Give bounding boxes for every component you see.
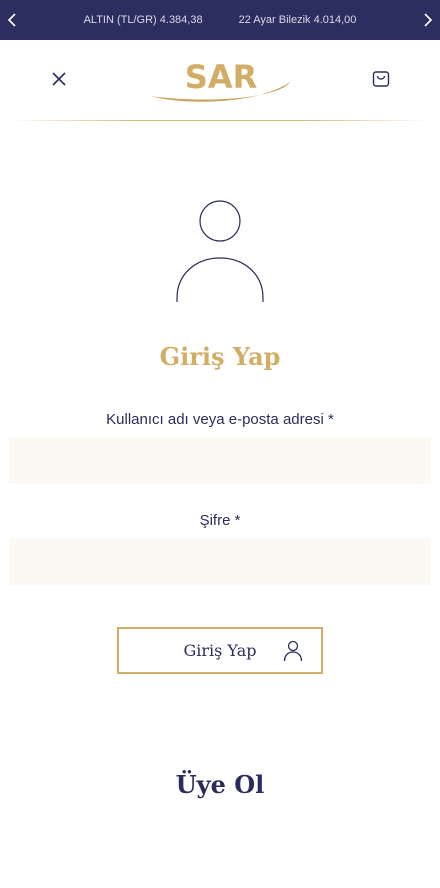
login-button[interactable]: Giriş Yap bbox=[117, 627, 323, 674]
ticker-item-bracelet: 22 Ayar Bilezik 4.014,00 bbox=[238, 14, 357, 26]
username-label: Kullanıcı adı veya e-posta adresi * bbox=[106, 411, 334, 428]
user-icon bbox=[283, 640, 303, 662]
close-icon[interactable] bbox=[48, 68, 70, 90]
user-icon bbox=[176, 200, 264, 302]
password-input[interactable] bbox=[9, 538, 431, 585]
site-header: SAR bbox=[0, 40, 440, 122]
ticker-item-gold: ALTIN (TL/GR) 4.384,38 bbox=[83, 14, 203, 26]
login-title: Giriş Yap bbox=[159, 342, 281, 371]
ticker-items: ALTIN (TL/GR) 4.384,38 22 Ayar Bilezik 4… bbox=[84, 14, 357, 26]
sar-logo[interactable]: SAR bbox=[148, 58, 294, 104]
username-input[interactable] bbox=[9, 437, 431, 484]
chevron-left-icon[interactable] bbox=[4, 11, 22, 29]
logo-text: SAR bbox=[185, 58, 257, 96]
price-ticker: ALTIN (TL/GR) 4.384,38 22 Ayar Bilezik 4… bbox=[0, 0, 440, 40]
password-label: Şifre * bbox=[199, 512, 241, 529]
register-title[interactable]: Üye Ol bbox=[0, 770, 440, 799]
chevron-right-icon[interactable] bbox=[418, 11, 436, 29]
login-button-label: Giriş Yap bbox=[183, 641, 257, 660]
shopping-bag-icon[interactable] bbox=[370, 68, 392, 90]
header-divider bbox=[10, 120, 430, 121]
